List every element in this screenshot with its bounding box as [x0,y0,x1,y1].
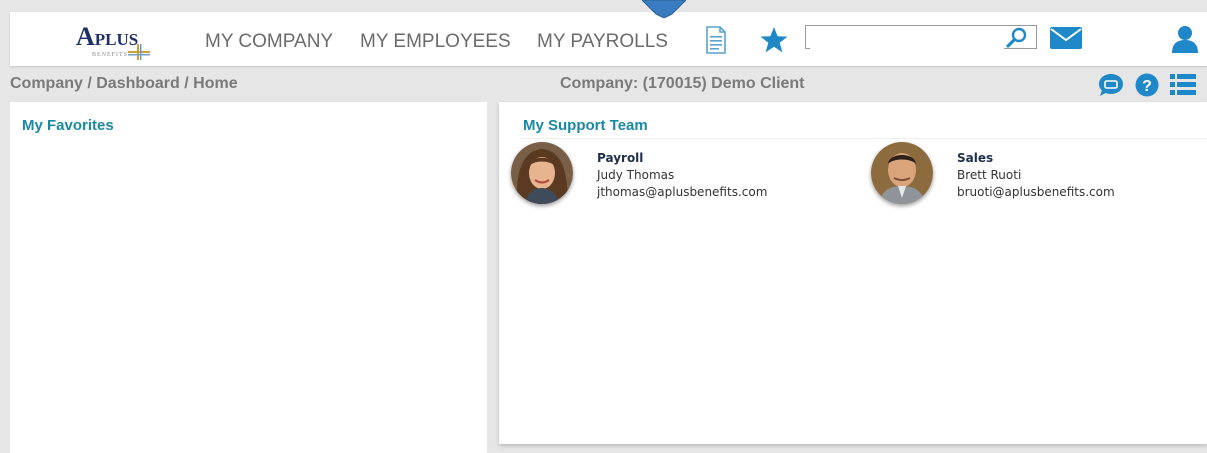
callout-arrow [642,0,686,18]
svg-text:?: ? [1142,78,1152,95]
top-nav-bar: APLUS BENEFITS MY COMPANY MY EMPLOYEES M… [10,12,1207,66]
mail-icon[interactable] [1050,27,1082,49]
support-team-title: My Support Team [523,117,648,134]
star-icon[interactable] [759,26,789,54]
search-icon[interactable] [1006,27,1028,49]
member-role: Sales [957,151,994,165]
divider [521,138,1207,139]
nav-my-employees[interactable]: MY EMPLOYEES [360,31,511,53]
list-icon[interactable] [1170,74,1196,96]
logo-cross-mark [128,44,150,60]
support-member-sales: Sales Brett Ruoti bruoti@aplusbenefits.c… [957,150,1115,201]
help-icon[interactable]: ? [1135,73,1159,97]
member-role: Payroll [597,151,644,165]
search-box [805,25,1037,49]
support-member-payroll: Payroll Judy Thomas jthomas@aplusbenefit… [597,150,767,201]
member-name: Judy Thomas [597,168,675,182]
member-email[interactable]: bruoti@aplusbenefits.com [957,184,1115,201]
member-email[interactable]: jthomas@aplusbenefits.com [597,184,767,201]
document-icon[interactable] [705,26,727,54]
favorites-panel: My Favorites [10,102,487,453]
member-name: Brett Ruoti [957,168,1022,182]
sub-header: Company / Dashboard / Home Company: (170… [0,70,1207,98]
chat-icon[interactable] [1098,73,1124,97]
avatar-brett-ruoti [871,142,933,204]
breadcrumb: Company / Dashboard / Home [10,75,238,92]
user-icon[interactable] [1170,24,1200,54]
company-label: Company: (170015) Demo Client [560,75,805,92]
favorites-title: My Favorites [22,117,114,134]
search-input[interactable] [810,27,1004,49]
logo-tagline: BENEFITS [92,52,129,58]
support-team-panel: My Support Team Payroll Judy Thomas jtho… [499,102,1207,444]
nav-my-payrolls[interactable]: MY PAYROLLS [537,31,668,53]
nav-my-company[interactable]: MY COMPANY [205,31,333,53]
avatar-judy-thomas [511,142,573,204]
aplus-logo[interactable]: APLUS BENEFITS [66,20,166,64]
